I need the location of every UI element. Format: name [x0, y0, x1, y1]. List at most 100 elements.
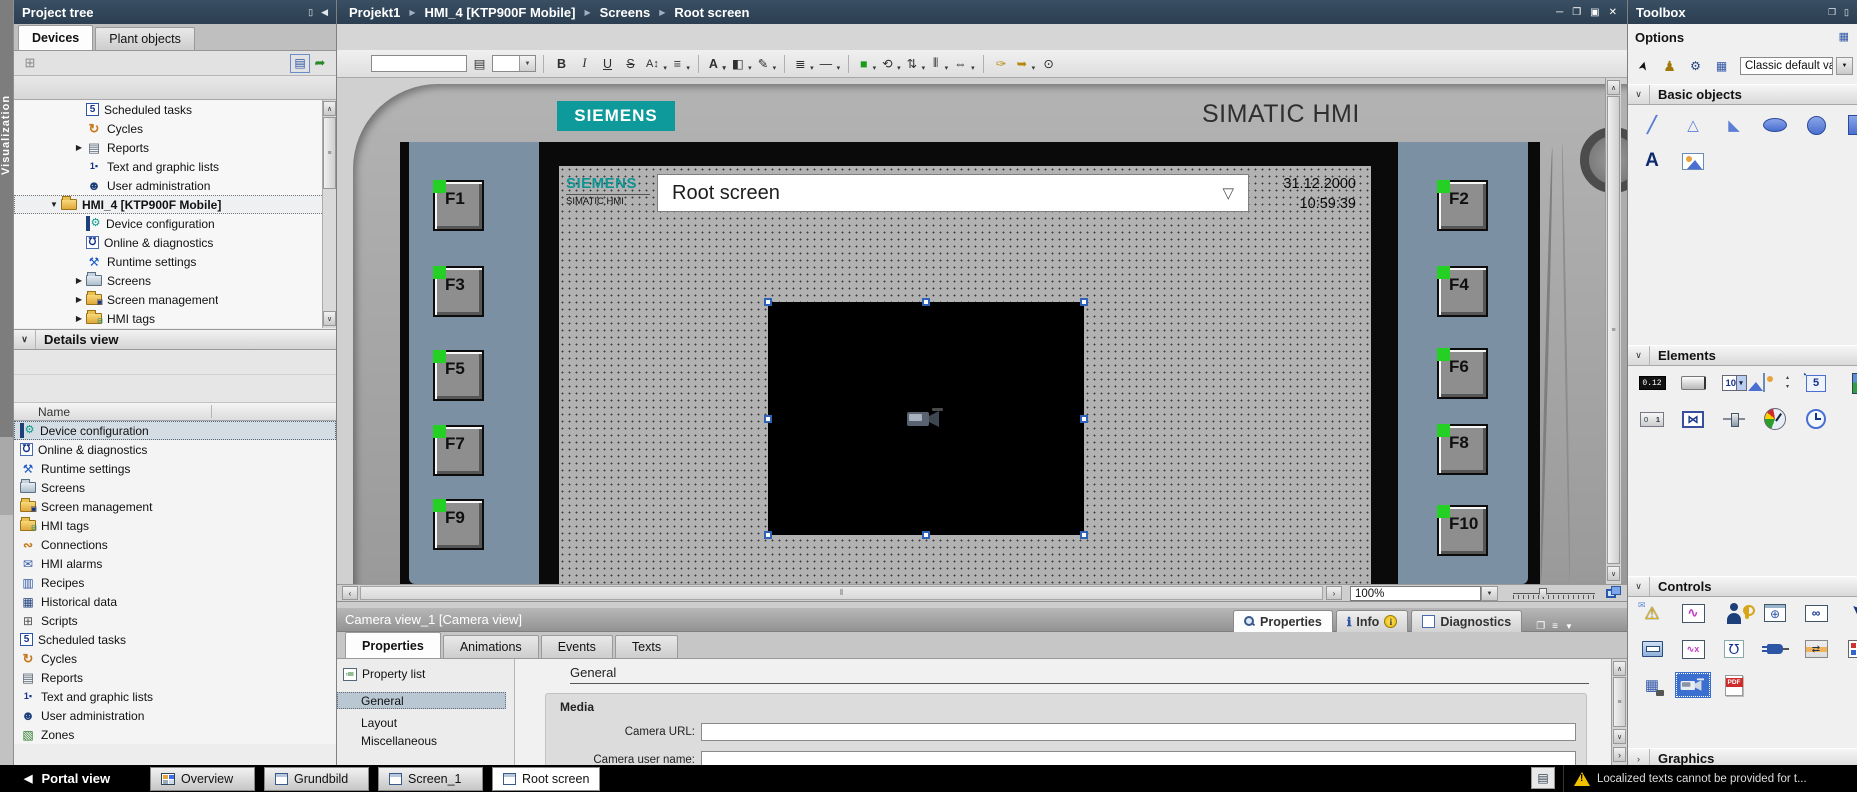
style-combo-arrow-icon[interactable] [1836, 57, 1853, 75]
line-style-button[interactable] [792, 53, 815, 74]
details-item-hmi-alarms[interactable]: HMI alarms [14, 554, 336, 573]
nc-control-tool[interactable] [1798, 636, 1834, 662]
io-field-tool[interactable]: 0.12 [1634, 370, 1670, 396]
function-key-f9[interactable]: F9 [433, 499, 484, 550]
nav-general[interactable]: General [337, 692, 506, 709]
tree-item-online-diagnostics[interactable]: Online & diagnostics [14, 233, 336, 252]
line-tool[interactable] [1634, 112, 1670, 138]
resize-handle[interactable] [1080, 531, 1088, 539]
breadcrumb-project[interactable]: Projekt1 [349, 5, 400, 20]
camera-view-object[interactable] [764, 298, 1088, 539]
text-field-tool[interactable] [1634, 148, 1670, 174]
zoom-level-combo[interactable]: 100% [1350, 586, 1481, 601]
float-panel-icon[interactable] [308, 7, 313, 18]
list-icon[interactable] [1552, 621, 1558, 632]
scroll-right-icon[interactable] [1326, 586, 1342, 600]
italic-button[interactable] [574, 53, 595, 74]
device-style-icon[interactable] [1684, 55, 1707, 77]
symbolic-io-field-tool[interactable]: 10 [1716, 370, 1752, 396]
resize-handle[interactable] [764, 298, 772, 306]
distribute-button[interactable] [928, 53, 949, 74]
polygon-tool[interactable] [1675, 112, 1711, 138]
background-task-icon[interactable] [1531, 767, 1555, 789]
details-view-toggle-icon[interactable] [290, 53, 310, 73]
property-list-header[interactable]: ≔ Property list [343, 667, 425, 681]
tree-item-device-configuration[interactable]: Device configuration [14, 214, 336, 233]
tab-properties[interactable]: Properties [345, 632, 441, 658]
function-key-f5[interactable]: F5 [433, 350, 484, 401]
tree-item-hmi4-device[interactable]: HMI_4 [KTP900F Mobile] [14, 195, 336, 214]
list-button[interactable] [469, 53, 490, 74]
underline-button[interactable] [597, 53, 618, 74]
details-item-scripts[interactable]: Scripts [14, 611, 336, 630]
collapse-icon[interactable] [1565, 622, 1573, 631]
screen-selector-combo[interactable]: Root screen [657, 174, 1249, 212]
bar-tool[interactable] [1839, 370, 1857, 396]
horizontal-scrollbar-thumb[interactable] [360, 586, 1323, 600]
tab-diagnostics[interactable]: Diagnostics [1411, 610, 1523, 632]
function-key-f6[interactable]: F6 [1437, 348, 1488, 399]
tree-item-reports[interactable]: Reports [14, 138, 336, 157]
hmi-screen[interactable]: SIEMENS SIMATIC HMI Root screen 31.12.20… [559, 166, 1371, 584]
camera-view-tool[interactable] [1675, 672, 1711, 698]
chevron-down-icon[interactable] [14, 330, 36, 349]
breadcrumb-root-screen[interactable]: Root screen [674, 5, 749, 20]
tab-plant-objects[interactable]: Plant objects [95, 27, 195, 50]
portal-view-button[interactable]: Portal view [0, 771, 150, 786]
scroll-up-icon[interactable] [323, 101, 336, 116]
font-size-button[interactable] [643, 53, 668, 74]
tree-item-user-administration[interactable]: User administration [14, 176, 336, 195]
details-item-recipes[interactable]: Recipes [14, 573, 336, 592]
zoom-slider[interactable] [1513, 586, 1595, 601]
scrollbar-thumb[interactable] [1613, 677, 1626, 727]
function-key-f7[interactable]: F7 [433, 425, 484, 476]
date-time-field-tool[interactable]: 5 [1798, 370, 1834, 396]
nav-layout[interactable]: Layout [337, 714, 506, 731]
resize-handle[interactable] [1080, 414, 1088, 423]
maximize-icon[interactable] [1590, 7, 1599, 18]
tree-item-screens[interactable]: Screens [14, 271, 336, 290]
nav-miscellaneous[interactable]: Miscellaneous [337, 732, 506, 749]
pin-panel-icon[interactable] [1844, 7, 1849, 18]
function-trend-tool[interactable]: ∿x [1675, 636, 1711, 662]
details-item-device-configuration[interactable]: Device configuration [14, 421, 336, 440]
screen-canvas[interactable]: SIEMENS SIMATIC HMI F1 F3 F5 F7 F9 F2 F4… [337, 78, 1627, 584]
close-icon[interactable] [1609, 7, 1617, 18]
section-basic-objects[interactable]: Basic objects [1628, 84, 1857, 105]
scrollbar-thumb[interactable] [323, 117, 336, 189]
collapse-panel-icon[interactable] [321, 7, 328, 18]
function-key-f1[interactable]: F1 [433, 180, 484, 231]
ellipse-tool[interactable] [1757, 112, 1793, 138]
clock-tool[interactable] [1798, 406, 1834, 432]
user-view-tool[interactable] [1716, 600, 1755, 626]
tab-info[interactable]: ℹ Info i [1335, 610, 1409, 632]
status-warning-bar[interactable]: Localized texts cannot be provided for t… [1563, 765, 1857, 792]
filter-icon[interactable] [20, 54, 40, 73]
details-item-zones[interactable]: Zones [14, 725, 336, 744]
details-item-cycles[interactable]: Cycles [14, 649, 336, 668]
function-key-f3[interactable]: F3 [433, 266, 484, 317]
tree-item-scheduled-tasks[interactable]: Scheduled tasks [14, 100, 336, 119]
alarm-view-tool[interactable]: ⚠ [1634, 600, 1670, 626]
details-item-text-graphic-lists[interactable]: Text and graphic lists [14, 687, 336, 706]
scroll-left-icon[interactable] [342, 586, 358, 600]
fit-to-screen-button[interactable] [1601, 586, 1621, 601]
expander-icon[interactable] [72, 143, 86, 152]
tree-item-text-graphic-lists[interactable]: Text and graphic lists [14, 157, 336, 176]
details-item-historical-data[interactable]: Historical data [14, 592, 336, 611]
align-objects-button[interactable] [904, 53, 926, 74]
minimize-icon[interactable] [1556, 7, 1563, 18]
smart-client-view-tool[interactable] [1634, 672, 1670, 698]
expand-panel-icon[interactable] [1613, 747, 1626, 762]
graphic-view-tool[interactable] [1675, 148, 1711, 174]
background-color-button[interactable] [729, 53, 753, 74]
zoom-selection-button[interactable] [1038, 53, 1059, 74]
select-cursor-icon[interactable] [1632, 55, 1655, 77]
details-item-scheduled-tasks[interactable]: Scheduled tasks [14, 630, 336, 649]
polyline-tool[interactable] [1716, 112, 1752, 138]
scroll-down-icon[interactable] [1613, 729, 1626, 744]
function-key-f10[interactable]: F10 [1437, 505, 1488, 556]
scroll-down-icon[interactable] [1607, 566, 1620, 581]
details-view-header[interactable]: Details view [14, 329, 336, 350]
section-elements[interactable]: Elements [1628, 345, 1857, 366]
